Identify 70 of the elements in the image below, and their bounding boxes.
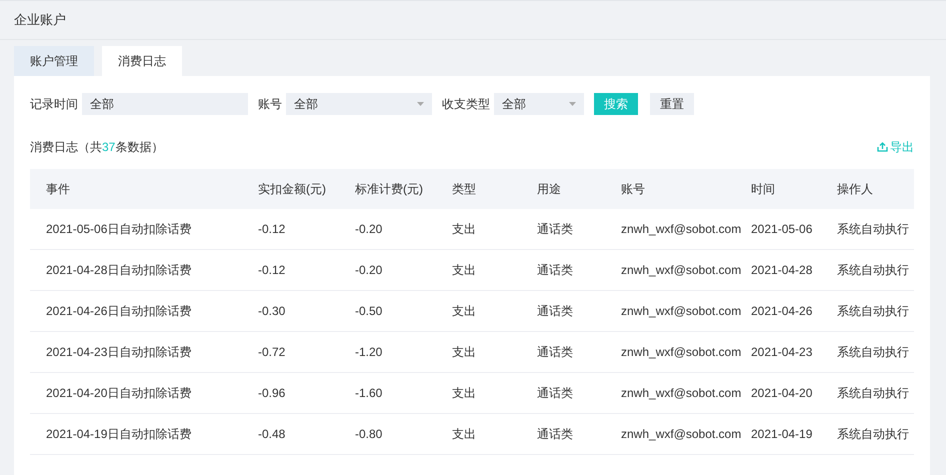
table-cell: -0.12	[258, 222, 286, 236]
table-cell: 2021-04-20	[751, 386, 812, 400]
table-cell: 系统自动执行	[837, 304, 909, 318]
table-cell: znwh_wxf@sobot.com	[621, 427, 742, 441]
table-cell: -0.30	[258, 304, 286, 318]
table-cell: znwh_wxf@sobot.com	[621, 345, 742, 359]
table-cell: 2021-04-20日自动扣除话费	[46, 386, 192, 400]
table-cell: 系统自动执行	[837, 222, 909, 236]
table-cell: 2021-04-19	[751, 427, 812, 441]
table-cell: znwh_wxf@sobot.com	[621, 222, 742, 236]
select-field[interactable]: 全部	[494, 93, 584, 115]
table-cell: 2021-04-19日自动扣除话费	[46, 427, 192, 441]
tab[interactable]: 账户管理	[14, 46, 94, 76]
table-cell: 支出	[452, 304, 476, 318]
column-header: 实扣金额(元)	[258, 182, 326, 196]
table-cell: 2021-04-23	[751, 345, 812, 359]
table-cell: -0.80	[355, 427, 382, 441]
column-header: 时间	[751, 182, 775, 196]
table-cell: 2021-05-06	[751, 222, 812, 236]
table-cell: 支出	[452, 345, 476, 359]
table-cell: 系统自动执行	[837, 345, 909, 359]
table-cell: 系统自动执行	[837, 263, 909, 277]
table-cell: 2021-04-23日自动扣除话费	[46, 345, 192, 359]
page-title: 企业账户	[14, 11, 66, 30]
filter-label: 记录时间	[30, 96, 78, 113]
caret-icon	[417, 102, 424, 106]
table-cell: -1.60	[355, 386, 382, 400]
table-cell: 支出	[452, 427, 476, 441]
table-cell: 支出	[452, 386, 476, 400]
table-cell: 2021-05-06日自动扣除话费	[46, 222, 192, 236]
column-header: 类型	[452, 182, 476, 196]
table-cell: -0.20	[355, 263, 382, 277]
table-cell: -0.72	[258, 345, 286, 359]
table-cell: 2021-04-26日自动扣除话费	[46, 304, 192, 318]
table-cell: 通话类	[537, 304, 573, 318]
column-header: 用途	[537, 182, 561, 196]
table-cell: 支出	[452, 263, 476, 277]
filter-label: 账号	[258, 96, 282, 113]
table-cell: -1.20	[355, 345, 382, 359]
table-cell: -0.12	[258, 263, 286, 277]
tab[interactable]: 消费日志	[102, 46, 182, 76]
table-cell: 系统自动执行	[837, 427, 909, 441]
table-cell: znwh_wxf@sobot.com	[621, 386, 742, 400]
table-cell: 通话类	[537, 427, 573, 441]
table-cell: 通话类	[537, 222, 573, 236]
caret-icon	[569, 102, 576, 106]
table-cell: znwh_wxf@sobot.com	[621, 304, 742, 318]
select-field[interactable]: 全部	[286, 93, 432, 115]
export-icon	[877, 142, 888, 152]
table-cell: 2021-04-28	[751, 263, 812, 277]
table-cell: 通话类	[537, 386, 573, 400]
column-header: 账号	[621, 182, 645, 196]
reset-button[interactable]: 重置	[650, 93, 694, 115]
column-header: 操作人	[837, 182, 873, 196]
column-header: 事件	[46, 182, 70, 196]
table-cell: 通话类	[537, 345, 573, 359]
table-cell: -0.20	[355, 222, 382, 236]
table-cell: 2021-04-26	[751, 304, 812, 318]
table-cell: 支出	[452, 222, 476, 236]
column-header: 标准计费(元)	[355, 182, 423, 196]
table-cell: 通话类	[537, 263, 573, 277]
table-cell: znwh_wxf@sobot.com	[621, 263, 742, 277]
table-cell: 系统自动执行	[837, 386, 909, 400]
table-cell: -0.50	[355, 304, 382, 318]
filter-label: 收支类型	[442, 96, 490, 113]
log-caption: 消费日志（共37条数据）	[30, 139, 164, 156]
input-field[interactable]: 全部	[82, 93, 248, 115]
table-cell: -0.96	[258, 386, 286, 400]
table-cell: 2021-04-28日自动扣除话费	[46, 263, 192, 277]
table-cell: -0.48	[258, 427, 286, 441]
